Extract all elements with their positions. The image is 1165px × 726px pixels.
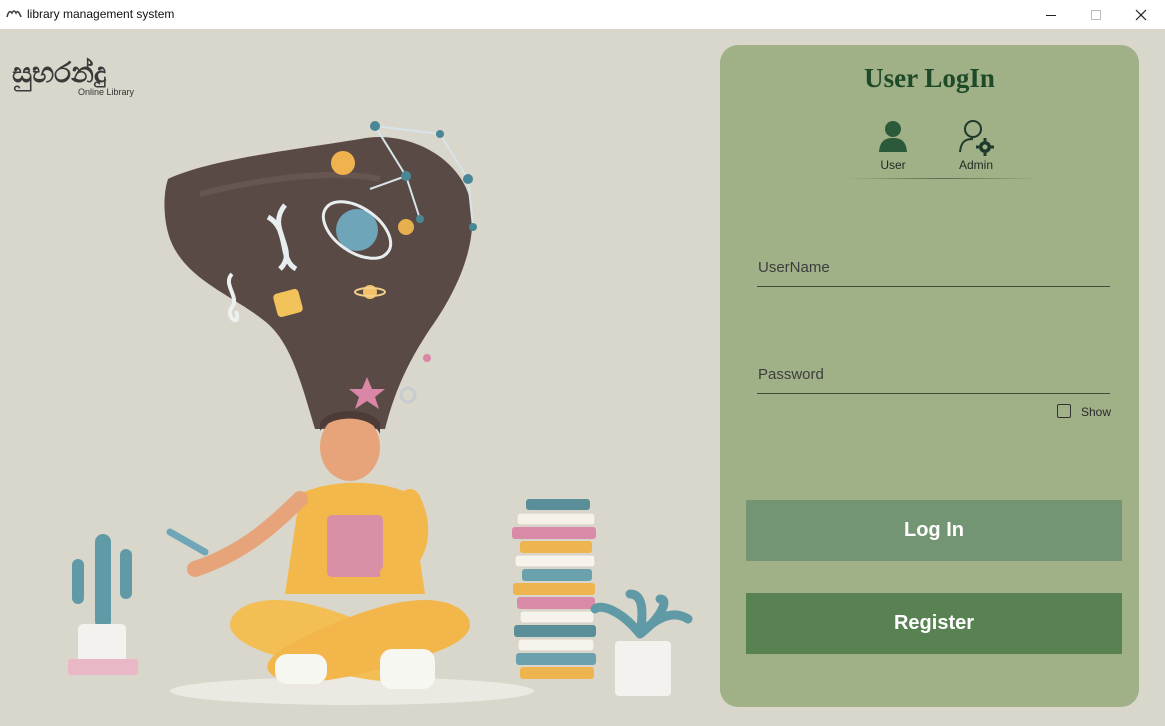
admin-gear-icon	[959, 120, 994, 156]
maximize-icon	[1091, 9, 1101, 20]
minimize-icon	[1046, 14, 1056, 16]
user-icon	[879, 121, 907, 152]
login-title: User LogIn	[864, 63, 995, 93]
register-button[interactable]: Register	[746, 593, 1122, 654]
password-underline	[757, 393, 1110, 394]
username-field	[757, 256, 1110, 287]
close-button[interactable]	[1118, 0, 1164, 29]
hero-illustration	[0, 29, 710, 722]
password-input[interactable]	[757, 363, 1110, 385]
close-icon	[1135, 9, 1147, 20]
password-field	[757, 363, 1110, 394]
role-tab-admin[interactable]: Admin	[946, 118, 1006, 180]
maximize-button[interactable]	[1073, 0, 1119, 29]
app-logo-icon	[6, 7, 22, 21]
username-underline	[757, 286, 1110, 287]
role-tab-divider	[845, 178, 1040, 179]
window-title-bar: library management system	[0, 0, 1165, 29]
role-tab-user[interactable]: User	[863, 118, 923, 180]
login-button[interactable]: Log In	[746, 500, 1122, 561]
window-title: library management system	[27, 7, 175, 21]
role-label-user: User	[880, 158, 906, 172]
role-label-admin: Admin	[958, 158, 993, 172]
username-input[interactable]	[757, 256, 1110, 278]
minimize-button[interactable]	[1028, 0, 1074, 29]
show-password-label: Show	[1081, 405, 1112, 419]
show-password-checkbox[interactable]	[1057, 404, 1071, 418]
